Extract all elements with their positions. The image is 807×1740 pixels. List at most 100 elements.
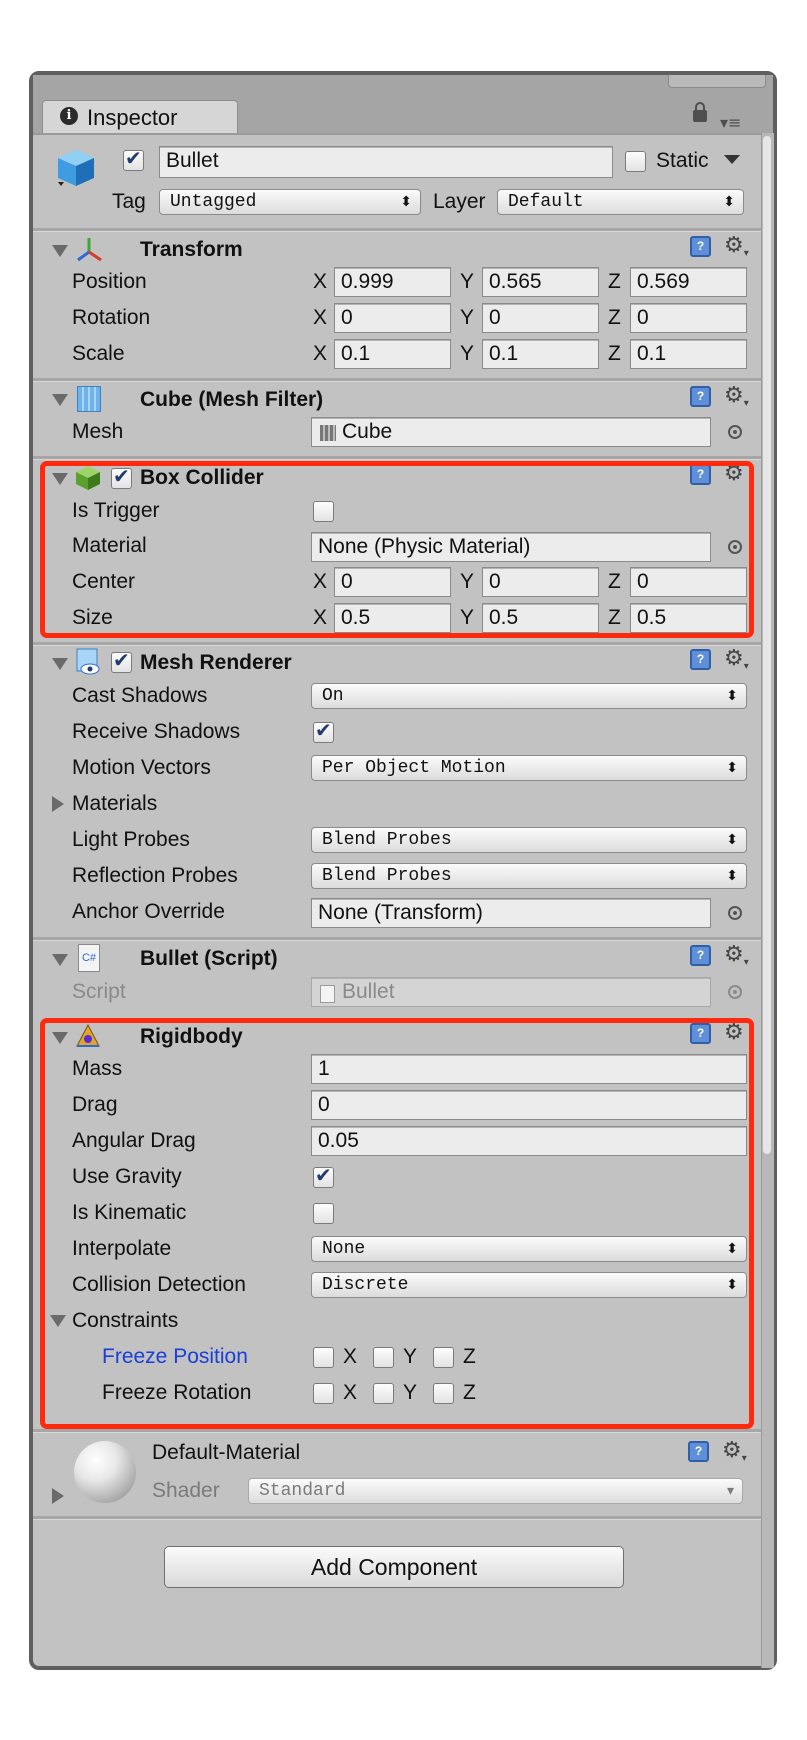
object-name-field[interactable]: Bullet	[159, 146, 613, 178]
layer-dropdown[interactable]: Default ⬍	[497, 189, 744, 215]
tab-label: Inspector	[87, 105, 178, 130]
field-value: 0.999	[341, 270, 394, 293]
position-z-field[interactable]: 0.569	[630, 267, 747, 297]
axis-x-label: X	[313, 342, 328, 365]
foldout-collapsed-icon[interactable]	[52, 796, 64, 812]
position-y-field[interactable]: 0.565	[482, 267, 599, 297]
tag-dropdown[interactable]: Untagged ⬍	[159, 189, 421, 215]
light-probes-label: Light Probes	[72, 828, 190, 851]
mesh-asset-icon	[320, 425, 336, 441]
receive-shadows-checkbox[interactable]	[313, 718, 334, 743]
layer-value: Default	[508, 192, 584, 212]
script-field: Bullet	[311, 977, 711, 1007]
axis-x-label: X	[313, 270, 328, 293]
motion-vectors-dropdown[interactable]: Per Object Motion ⬍	[311, 755, 747, 781]
field-value: 0	[637, 306, 649, 329]
component-title: Mesh Renderer	[140, 651, 292, 674]
position-label: Position	[72, 270, 147, 293]
highlight-rigidbody	[40, 1018, 754, 1429]
axis-y-label: Y	[460, 306, 475, 329]
object-picker-icon	[728, 985, 742, 999]
mesh-field[interactable]: Cube	[311, 417, 711, 447]
rotation-y-field[interactable]: 0	[482, 303, 599, 333]
field-value: 0.569	[637, 270, 690, 293]
dropdown-value: Blend Probes	[322, 866, 452, 886]
foldout-expanded-icon[interactable]	[52, 954, 68, 966]
field-value: Bullet	[342, 980, 395, 1003]
updown-icon: ⬍	[400, 194, 412, 210]
object-name-value: Bullet	[166, 149, 219, 172]
cast-shadows-dropdown[interactable]: On ⬍	[311, 683, 747, 709]
anchor-override-field[interactable]: None (Transform)	[311, 898, 711, 928]
foldout-expanded-icon[interactable]	[52, 658, 68, 670]
gear-icon[interactable]: ⚙▾	[724, 385, 749, 415]
script-asset-icon	[320, 985, 335, 1003]
tag-value: Untagged	[170, 192, 257, 212]
axis-y-label: Y	[460, 342, 475, 365]
scale-label: Scale	[72, 342, 125, 365]
updown-icon: ⬍	[723, 194, 735, 210]
gear-icon[interactable]: ⚙▾	[722, 1440, 747, 1470]
tag-label: Tag	[112, 190, 146, 213]
axis-z-label: Z	[608, 306, 621, 329]
lock-icon[interactable]	[693, 102, 707, 122]
anchor-override-label: Anchor Override	[72, 900, 225, 923]
field-value: 0.565	[489, 270, 542, 293]
reflection-probes-label: Reflection Probes	[72, 864, 238, 887]
active-checkbox[interactable]	[123, 146, 144, 171]
highlight-box-collider	[40, 461, 754, 638]
foldout-expanded-icon[interactable]	[52, 394, 68, 406]
mesh-renderer-icon	[76, 648, 100, 676]
scale-x-field[interactable]: 0.1	[334, 339, 451, 369]
tabstrip-corner-button[interactable]	[668, 75, 766, 88]
tab-divider	[33, 133, 761, 135]
csharp-script-icon: C#	[78, 944, 100, 972]
field-value: 0	[489, 306, 501, 329]
object-picker-icon[interactable]	[728, 425, 742, 439]
rotation-z-field[interactable]: 0	[630, 303, 747, 333]
scrollbar-thumb[interactable]	[763, 136, 771, 1154]
component-title: Bullet (Script)	[140, 947, 278, 970]
static-dropdown-icon[interactable]	[724, 155, 740, 164]
add-component-button[interactable]: Add Component	[164, 1546, 624, 1588]
divider	[33, 378, 761, 382]
tab-menu-icon[interactable]: ▾≡	[720, 113, 741, 132]
position-x-field[interactable]: 0.999	[334, 267, 451, 297]
axis-z-label: Z	[608, 342, 621, 365]
axis-y-label: Y	[460, 270, 475, 293]
scale-y-field[interactable]: 0.1	[482, 339, 599, 369]
gear-icon[interactable]: ⚙▾	[724, 235, 749, 265]
cast-shadows-label: Cast Shadows	[72, 684, 208, 707]
gear-icon[interactable]: ⚙▾	[724, 648, 749, 678]
field-value: 0.1	[637, 342, 667, 365]
foldout-expanded-icon[interactable]	[52, 245, 68, 257]
field-value: 0	[341, 306, 353, 329]
reflection-probes-dropdown[interactable]: Blend Probes ⬍	[311, 863, 747, 889]
help-icon[interactable]: ?	[690, 945, 711, 966]
dropdown-value: On	[322, 686, 344, 706]
static-checkbox[interactable]	[625, 151, 646, 172]
foldout-collapsed-icon[interactable]	[52, 1488, 64, 1504]
light-probes-dropdown[interactable]: Blend Probes ⬍	[311, 827, 747, 853]
axis-x-label: X	[313, 306, 328, 329]
help-icon[interactable]: ?	[690, 386, 711, 407]
help-icon[interactable]: ?	[688, 1441, 709, 1462]
help-icon[interactable]: ?	[690, 236, 711, 257]
rotation-x-field[interactable]: 0	[334, 303, 451, 333]
scale-z-field[interactable]: 0.1	[630, 339, 747, 369]
mesh-renderer-enabled-checkbox[interactable]	[111, 648, 132, 673]
shader-dropdown[interactable]: Standard ▾	[248, 1478, 743, 1504]
divider	[33, 456, 761, 460]
gear-icon[interactable]: ⚙▾	[724, 944, 749, 974]
materials-label[interactable]: Materials	[72, 789, 157, 819]
dropdown-value: Standard	[259, 1481, 346, 1501]
static-label: Static	[656, 149, 709, 172]
mesh-label: Mesh	[72, 420, 124, 443]
gameobject-icon	[54, 146, 98, 190]
help-icon[interactable]: ?	[690, 649, 711, 670]
info-icon: i	[60, 107, 78, 125]
object-picker-icon[interactable]	[728, 906, 742, 920]
material-preview-sphere	[74, 1441, 136, 1503]
script-label: Script	[72, 980, 126, 1003]
updown-icon: ⬍	[726, 832, 738, 848]
